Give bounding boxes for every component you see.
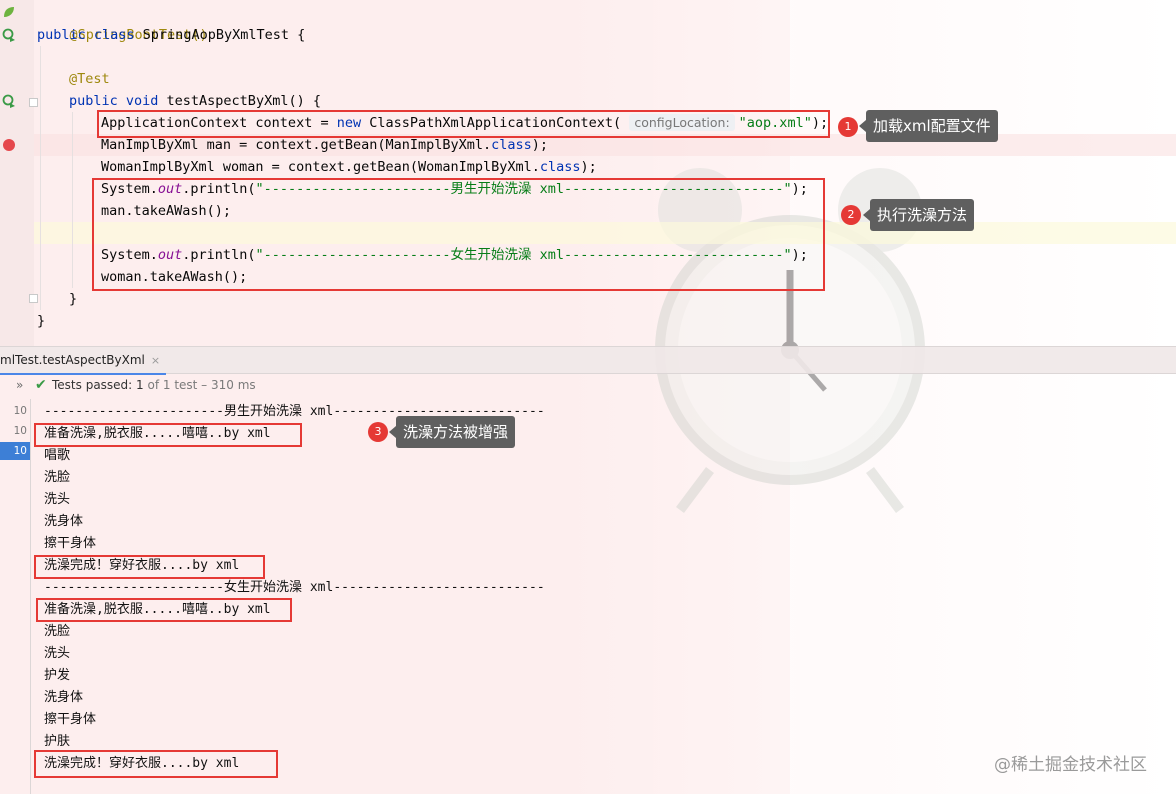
callout-number-3: 3 bbox=[368, 422, 388, 442]
test-timing[interactable]: 10 ms bbox=[0, 402, 30, 420]
test-status-text: Tests passed: 1 of 1 test – 310 ms bbox=[52, 378, 256, 392]
chevron-right-icon[interactable]: » bbox=[16, 378, 23, 392]
highlight-box-wash-calls bbox=[92, 178, 825, 291]
highlight-box-before-advice bbox=[34, 423, 302, 447]
run-tab[interactable]: mlTest.testAspectByXml × bbox=[0, 347, 167, 375]
fold-icon[interactable] bbox=[29, 294, 38, 303]
code-line-test-annotation: @Test bbox=[69, 71, 110, 87]
console-line: 洗头 bbox=[44, 646, 71, 661]
console-line: 洗脸 bbox=[44, 624, 71, 639]
console-line: 擦干身体 bbox=[44, 712, 97, 727]
breakpoint-icon[interactable] bbox=[3, 139, 15, 151]
code-line-close-method: } bbox=[69, 291, 78, 307]
highlight-box-context bbox=[97, 110, 830, 138]
fold-icon[interactable] bbox=[29, 98, 38, 107]
console-line: 护发 bbox=[44, 668, 71, 683]
test-timing-selected[interactable]: 10 ms bbox=[0, 442, 30, 460]
close-tab-icon[interactable]: × bbox=[151, 354, 160, 367]
code-line-close-class: } bbox=[37, 313, 46, 329]
highlight-box-before-advice bbox=[36, 598, 292, 622]
watermark-text: @稀土掘金技术社区 bbox=[994, 755, 1147, 775]
console-line: -----------------------女生开始洗澡 xml-------… bbox=[44, 580, 545, 595]
run-test-class-icon[interactable] bbox=[2, 28, 16, 42]
callout-wash-enhanced: 洗澡方法被增强 bbox=[388, 416, 516, 448]
code-editor[interactable]: @SpringBootTest() public class SpringAop… bbox=[0, 0, 1176, 346]
console-line: 洗身体 bbox=[44, 514, 84, 529]
console-line: 洗头 bbox=[44, 492, 71, 507]
code-line-annotation: @SpringBootTest() bbox=[69, 27, 208, 43]
run-test-method-icon[interactable] bbox=[2, 94, 16, 108]
indent-guide bbox=[40, 46, 41, 310]
indent-guide bbox=[72, 112, 73, 288]
highlight-box-after-advice bbox=[34, 555, 265, 579]
code-line-class-declaration: public class SpringAopByXmlTest { bbox=[37, 27, 306, 43]
code-line-method-declaration: public void testAspectByXml() { bbox=[69, 93, 321, 109]
callout-load-xml: 加载xml配置文件 bbox=[859, 110, 998, 142]
console-line: 洗身体 bbox=[44, 690, 84, 705]
run-tool-window-tabs: mlTest.testAspectByXml × bbox=[0, 346, 1176, 375]
console-line: 洗脸 bbox=[44, 470, 71, 485]
callout-execute-wash: 执行洗澡方法 bbox=[862, 199, 975, 231]
console-line: 擦干身体 bbox=[44, 536, 97, 551]
callout-number-2: 2 bbox=[841, 205, 861, 225]
console-line: 唱歌 bbox=[44, 448, 71, 463]
highlight-box-after-advice bbox=[34, 750, 278, 778]
check-icon: ✔ bbox=[35, 377, 47, 393]
spring-leaf-icon[interactable] bbox=[2, 5, 16, 19]
code-line-woman-bean: WomanImplByXml woman = context.getBean(W… bbox=[101, 159, 597, 175]
test-timing[interactable]: 10 ms bbox=[0, 422, 30, 440]
test-status-bar: » ✔ Tests passed: 1 of 1 test – 310 ms bbox=[0, 373, 1176, 399]
callout-number-1: 1 bbox=[838, 117, 858, 137]
test-tree-panel[interactable]: 10 ms 10 ms 10 ms bbox=[0, 399, 31, 794]
